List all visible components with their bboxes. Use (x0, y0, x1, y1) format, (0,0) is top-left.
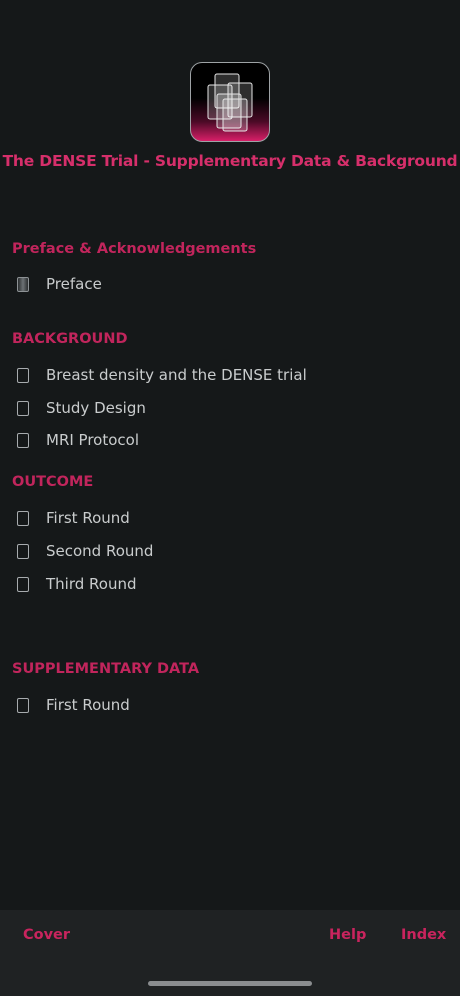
list-item-mri-protocol[interactable]: MRI Protocol (17, 428, 139, 452)
checkbox-active[interactable] (17, 276, 29, 292)
home-indicator[interactable] (148, 981, 312, 986)
checkbox[interactable] (17, 697, 29, 713)
item-label: Second Round (46, 542, 154, 560)
checkbox[interactable] (17, 432, 29, 448)
item-label: Third Round (46, 575, 137, 593)
list-item-outcome-second-round[interactable]: Second Round (17, 539, 153, 563)
checkbox[interactable] (17, 543, 29, 559)
index-button[interactable]: Index (401, 927, 446, 943)
list-item-breast-density[interactable]: Breast density and the DENSE trial (17, 363, 307, 387)
list-item-outcome-third-round[interactable]: Third Round (17, 572, 137, 596)
section-heading-preface: Preface & Acknowledgements (12, 241, 257, 257)
section-heading-supplementary-data: SUPPLEMENTARY DATA (12, 661, 200, 677)
list-item-preface[interactable]: Preface (17, 272, 102, 296)
app-logo-icon (190, 62, 270, 142)
item-label: First Round (46, 509, 130, 527)
section-heading-outcome: OUTCOME (12, 474, 94, 490)
checkbox[interactable] (17, 400, 29, 416)
item-label: MRI Protocol (46, 431, 140, 449)
checkbox[interactable] (17, 367, 29, 383)
checkbox[interactable] (17, 510, 29, 526)
item-label: First Round (46, 696, 130, 714)
item-label: Preface (46, 275, 102, 293)
list-item-study-design[interactable]: Study Design (17, 396, 146, 420)
bottom-toolbar: Cover Help Index (0, 910, 460, 996)
item-label: Study Design (46, 399, 146, 417)
item-label: Breast density and the DENSE trial (46, 366, 307, 384)
list-item-supplementary-first-round[interactable]: First Round (17, 693, 130, 717)
list-item-outcome-first-round[interactable]: First Round (17, 506, 130, 530)
help-button[interactable]: Help (329, 927, 366, 943)
app-title: The DENSE Trial - Supplementary Data & B… (2, 152, 458, 170)
section-heading-background: BACKGROUND (12, 331, 128, 347)
cover-button[interactable]: Cover (23, 927, 70, 943)
checkbox[interactable] (17, 576, 29, 592)
stacked-pages-icon (207, 73, 253, 132)
